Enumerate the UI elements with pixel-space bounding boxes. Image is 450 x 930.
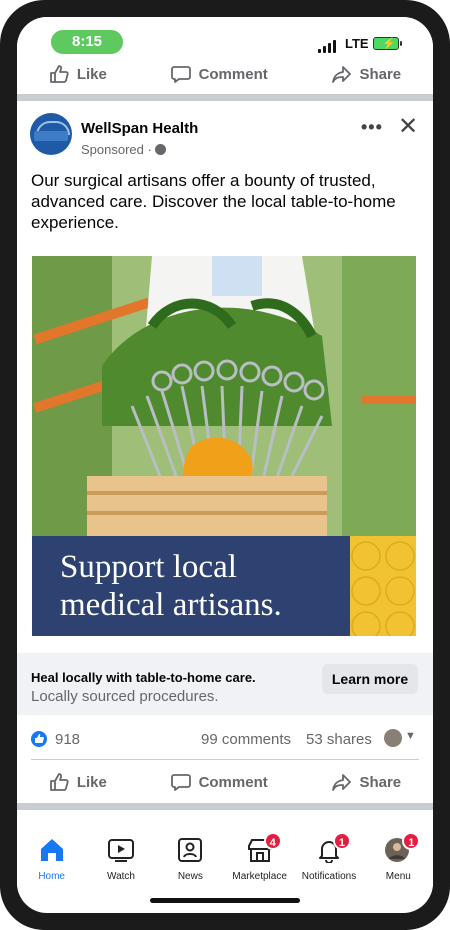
page-avatar[interactable] — [30, 113, 72, 155]
sponsored-text: Sponsored · — [81, 142, 152, 157]
ad-banner: Support local medical artisans. — [32, 536, 350, 636]
status-time: 8:15 — [51, 30, 123, 54]
like-button[interactable]: Like — [49, 773, 107, 791]
nav-home-label: Home — [38, 871, 65, 882]
more-options-button[interactable]: ••• — [361, 117, 383, 138]
notifications-badge: 1 — [332, 832, 351, 850]
nav-watch-label: Watch — [107, 871, 135, 882]
ad-banner-line2: medical artisans. — [60, 587, 282, 623]
learn-more-button[interactable]: Learn more — [322, 664, 418, 694]
like-count[interactable]: 918 — [55, 731, 80, 748]
like-reaction-icon — [31, 731, 47, 747]
screen: 8:15 LTE ⚡ Like Comment Share WellSpan H… — [17, 17, 433, 913]
post-text: Our surgical artisans offer a bounty of … — [31, 171, 396, 232]
post-separator — [17, 94, 433, 101]
nav-news[interactable]: News — [156, 829, 225, 893]
comment-button[interactable]: Comment — [170, 773, 268, 791]
post-actions: Like Comment Share — [17, 763, 433, 801]
bell-icon: 1 — [315, 832, 351, 864]
nav-menu-label: Menu — [385, 871, 411, 882]
link-headline[interactable]: Heal locally with table-to-home care. — [31, 670, 256, 685]
ad-banner-line1: Support local — [60, 549, 237, 585]
menu-badge: 1 — [402, 832, 421, 850]
prev-post-actions: Like Comment Share — [17, 55, 433, 93]
nav-notifications[interactable]: 1 Notifications — [294, 829, 363, 893]
network-label: LTE — [345, 36, 369, 51]
prev-comment-label: Comment — [198, 65, 268, 83]
thumbs-up-icon — [49, 65, 69, 83]
home-icon — [38, 837, 66, 863]
prev-like-button[interactable]: Like — [49, 65, 107, 83]
prev-like-label: Like — [76, 65, 107, 83]
share-as-avatar[interactable] — [384, 729, 402, 747]
nav-marketplace[interactable]: 4 Marketplace — [225, 829, 294, 893]
home-indicator[interactable] — [150, 898, 300, 903]
nav-news-label: News — [177, 871, 203, 882]
phone-frame: 8:15 LTE ⚡ Like Comment Share WellSpan H… — [0, 0, 450, 930]
chevron-down-icon[interactable]: ▼ — [405, 730, 416, 742]
close-post-button[interactable]: ✕ — [398, 112, 418, 141]
post-separator-bottom — [17, 803, 433, 810]
share-icon — [332, 774, 352, 791]
nav-menu[interactable]: 1 Menu — [364, 829, 433, 893]
watch-icon — [107, 837, 135, 863]
prev-share-label: Share — [359, 65, 402, 83]
marketplace-icon: 4 — [246, 832, 282, 863]
nav-notifications-label: Notifications — [301, 871, 357, 882]
share-icon — [332, 66, 352, 83]
globe-icon — [154, 144, 166, 155]
nav-home[interactable]: Home — [17, 829, 86, 893]
comment-icon — [170, 66, 191, 83]
nav-watch[interactable]: Watch — [86, 829, 155, 893]
bottom-nav: Home Watch News 4 Marketplace 1 Notifica… — [17, 829, 433, 893]
battery-icon: ⚡ — [373, 37, 399, 50]
signal-icon — [318, 39, 340, 53]
avatar-icon: 1 — [384, 832, 421, 863]
nav-marketplace-label: Marketplace — [232, 871, 287, 882]
share-button[interactable]: Share — [331, 773, 401, 791]
news-icon — [176, 837, 204, 863]
shares-count[interactable]: 53 shares — [306, 731, 372, 748]
prev-comment-button[interactable]: Comment — [170, 65, 268, 83]
ad-image[interactable]: Support local medical artisans. — [32, 256, 416, 636]
comment-icon — [170, 774, 191, 791]
like-label: Like — [76, 773, 107, 791]
thumbs-up-icon — [49, 773, 69, 791]
link-description: Locally sourced procedures. — [31, 688, 219, 705]
ad-yellow-pattern — [350, 536, 416, 636]
prev-share-button[interactable]: Share — [331, 65, 401, 83]
marketplace-badge: 4 — [263, 832, 282, 850]
comment-label: Comment — [198, 773, 268, 791]
comments-count[interactable]: 99 comments — [201, 731, 291, 748]
sponsored-label: Sponsored · — [81, 142, 166, 157]
page-name[interactable]: WellSpan Health — [81, 120, 198, 137]
share-label: Share — [359, 773, 402, 791]
